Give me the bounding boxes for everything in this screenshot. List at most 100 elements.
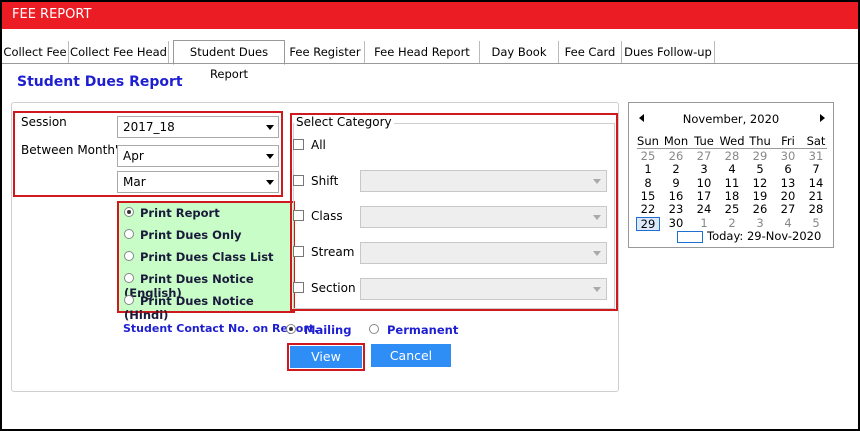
calendar-day[interactable]: 14: [802, 176, 830, 190]
report-options-group: Print Report Print Dues Only Print Dues …: [117, 201, 295, 322]
checkbox-all[interactable]: [293, 139, 304, 150]
radio-unselected-icon: [124, 229, 134, 239]
view-button[interactable]: View: [290, 346, 362, 368]
checkbox-section[interactable]: [293, 282, 304, 293]
class-select[interactable]: [360, 206, 607, 228]
calendar-day[interactable]: 21: [802, 189, 830, 203]
calendar-day[interactable]: 25: [634, 150, 662, 163]
calendar-day[interactable]: 16: [662, 189, 690, 203]
chevron-down-icon: [593, 287, 601, 292]
section-label: Section: [311, 281, 356, 295]
calendar-day[interactable]: 4: [718, 163, 746, 176]
radio-mailing[interactable]: Mailing: [286, 323, 351, 337]
calendar-month: November, 2020: [682, 112, 780, 126]
radio-print-dues-notice-hindi[interactable]: Print Dues Notice (Hindi): [124, 294, 293, 322]
tab-student-dues-report[interactable]: Student Dues Report: [173, 40, 285, 81]
calendar-day[interactable]: 28: [802, 203, 830, 216]
calendar-day[interactable]: 8: [634, 176, 662, 190]
calendar-day[interactable]: 6: [774, 163, 802, 176]
stream-select[interactable]: [360, 242, 607, 264]
weekday-label: Sat: [806, 134, 826, 148]
tab-fee-head-report[interactable]: Fee Head Report: [365, 41, 480, 63]
shift-label: Shift: [311, 174, 339, 188]
radio-selected-icon: [124, 207, 134, 217]
calendar-day[interactable]: 26: [746, 203, 774, 216]
radio-unselected-icon: [124, 273, 134, 283]
calendar-day[interactable]: 4: [774, 216, 802, 230]
calendar-day[interactable]: 30: [774, 150, 802, 163]
chevron-down-icon: [266, 180, 274, 185]
radio-print-report[interactable]: Print Report: [124, 206, 220, 220]
session-label: Session: [21, 115, 67, 129]
weekday-label: Thu: [749, 134, 771, 148]
app-window: FEE REPORT Collect Fee Collect Fee Head …: [2, 2, 858, 429]
page-title: Student Dues Report: [17, 74, 183, 90]
calendar-day[interactable]: 25: [718, 203, 746, 216]
weekday-label: Tue: [694, 134, 714, 148]
radio-print-dues-only[interactable]: Print Dues Only: [124, 228, 242, 242]
calendar-day[interactable]: 27: [774, 203, 802, 216]
window-title: FEE REPORT: [2, 2, 858, 29]
tab-day-book[interactable]: Day Book: [480, 41, 559, 63]
calendar-day[interactable]: 5: [802, 216, 830, 230]
calendar-day[interactable]: 22: [634, 203, 662, 216]
calendar-day[interactable]: 29: [746, 150, 774, 163]
calendar-day[interactable]: 2: [718, 216, 746, 230]
next-month-icon[interactable]: [820, 114, 825, 122]
calendar-day[interactable]: 15: [634, 189, 662, 203]
chevron-down-icon: [593, 251, 601, 256]
tab-collect-fee-head[interactable]: Collect Fee Head: [69, 41, 169, 63]
from-month-select[interactable]: Apr: [117, 145, 279, 167]
calendar-day[interactable]: 31: [802, 150, 830, 163]
section-select[interactable]: [360, 278, 607, 300]
radio-print-dues-class-list[interactable]: Print Dues Class List: [124, 250, 274, 264]
tab-collect-fee[interactable]: Collect Fee: [2, 41, 69, 63]
radio-unselected-icon: [369, 324, 379, 334]
calendar-day[interactable]: 13: [774, 176, 802, 190]
calendar-day[interactable]: 3: [690, 163, 718, 176]
calendar: November, 2020 Sun Mon Tue Wed Thu Fri Sat 25 2…: [628, 102, 834, 248]
category-title: Select Category: [294, 115, 394, 129]
calendar-day[interactable]: 24: [690, 203, 718, 216]
calendar-day[interactable]: 11: [718, 176, 746, 190]
calendar-day[interactable]: 19: [746, 189, 774, 203]
calendar-day[interactable]: 29: [636, 216, 660, 231]
today-label[interactable]: Today: 29-Nov-2020: [707, 229, 821, 243]
calendar-day[interactable]: 10: [690, 176, 718, 190]
radio-permanent[interactable]: Permanent: [369, 323, 458, 337]
from-month-value: Apr: [123, 149, 144, 163]
calendar-day[interactable]: 20: [774, 189, 802, 203]
calendar-day[interactable]: 30: [662, 216, 690, 230]
weekday-label: Sun: [637, 134, 659, 148]
between-months-label: Between Month's: [21, 143, 125, 157]
weekday-label: Fri: [781, 134, 795, 148]
calendar-day[interactable]: 18: [718, 189, 746, 203]
tab-bar: Collect Fee Collect Fee Head Student Due…: [2, 38, 858, 81]
calendar-day[interactable]: 17: [690, 189, 718, 203]
shift-select[interactable]: [360, 170, 607, 192]
calendar-day[interactable]: 5: [746, 163, 774, 176]
checkbox-shift[interactable]: [293, 175, 304, 186]
calendar-day[interactable]: 9: [662, 176, 690, 190]
tab-fee-register[interactable]: Fee Register: [286, 41, 365, 63]
calendar-day[interactable]: 23: [662, 203, 690, 216]
tab-dues-follow-up[interactable]: Dues Follow-up: [622, 41, 715, 63]
checkbox-stream[interactable]: [293, 246, 304, 257]
to-month-select[interactable]: Mar: [117, 171, 279, 193]
calendar-day[interactable]: 2: [662, 163, 690, 176]
calendar-day[interactable]: 7: [802, 163, 830, 176]
tab-fee-card[interactable]: Fee Card: [559, 41, 622, 63]
calendar-day[interactable]: 28: [718, 150, 746, 163]
session-select[interactable]: 2017_18: [117, 116, 279, 138]
checkbox-class[interactable]: [293, 210, 304, 221]
calendar-day[interactable]: 27: [690, 150, 718, 163]
calendar-day[interactable]: 1: [634, 163, 662, 176]
calendar-day[interactable]: 1: [690, 216, 718, 230]
stream-label: Stream: [311, 245, 355, 259]
radio-selected-icon: [286, 324, 296, 334]
calendar-day[interactable]: 3: [746, 216, 774, 230]
chevron-down-icon: [266, 154, 274, 159]
calendar-day[interactable]: 12: [746, 176, 774, 190]
cancel-button[interactable]: Cancel: [371, 344, 451, 367]
calendar-day[interactable]: 26: [662, 150, 690, 163]
